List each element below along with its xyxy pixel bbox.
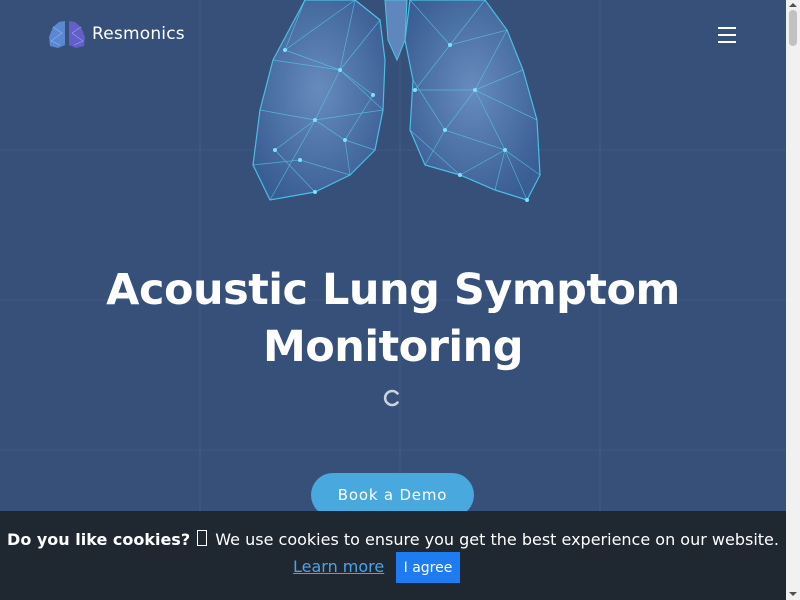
scrollbar-thumb[interactable] [789,10,797,46]
brand-logo[interactable]: Resmonics [48,19,185,49]
cookie-consent-banner: Do you like cookies? We use cookies to e… [0,511,786,600]
scroll-up-arrow-icon[interactable] [789,3,797,7]
cookie-question: Do you like cookies? [7,530,191,549]
brand-name: Resmonics [92,24,185,44]
cookie-message: Do you like cookies? We use cookies to e… [0,529,786,551]
hamburger-menu-icon[interactable] [712,22,742,48]
scroll-down-arrow-icon[interactable] [789,592,797,596]
vertical-scrollbar[interactable] [786,0,800,600]
lungs-logo-icon [49,21,85,48]
page: Resmonics Acoustic Lung Symptom Monitori… [0,0,800,600]
agree-button[interactable]: I agree [396,552,460,583]
learn-more-link[interactable]: Learn more [293,555,384,579]
cookie-icon [197,530,208,546]
cookie-message-text: We use cookies to ensure you get the bes… [215,530,779,549]
hero-title: Acoustic Lung Symptom Monitoring [106,265,680,372]
site-header: Resmonics [0,0,786,70]
loading-spinner-icon [383,389,399,407]
